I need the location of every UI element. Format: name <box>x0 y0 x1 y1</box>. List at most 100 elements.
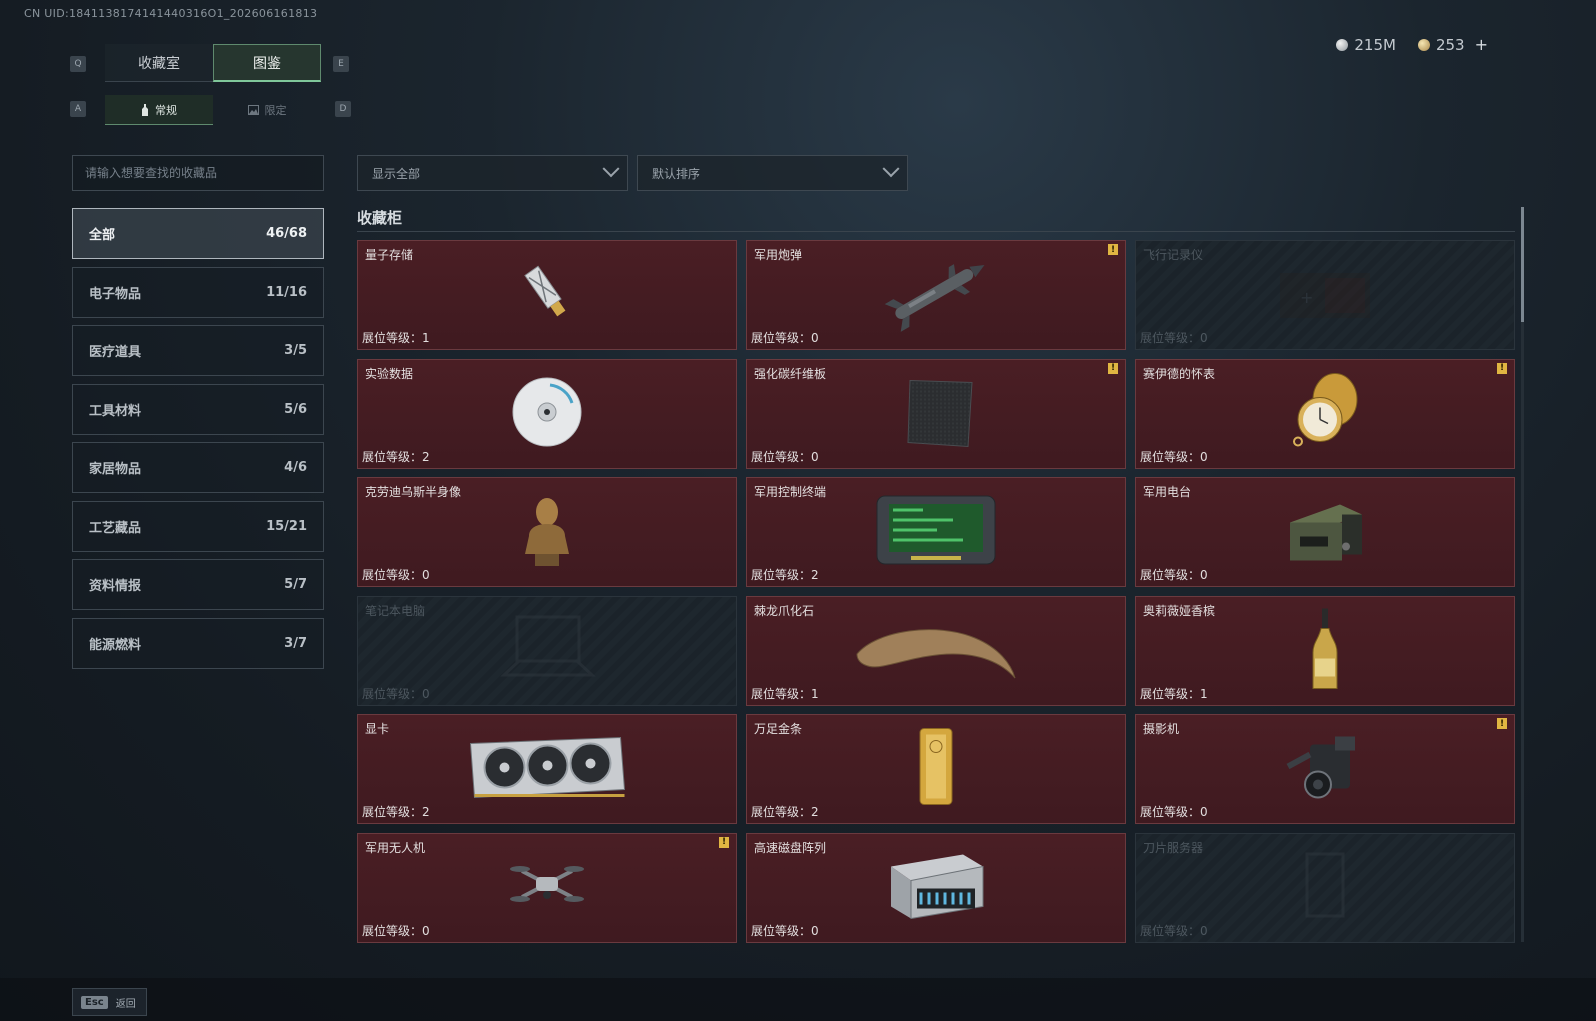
item-name: 奥莉薇娅香槟 <box>1143 603 1216 618</box>
collection-card[interactable]: 高速磁盘阵列 展位等级：0 <box>746 832 1126 943</box>
category-count: 11/16 <box>266 284 307 300</box>
booth-level: 展位等级：2 <box>751 566 819 583</box>
collection-card[interactable]: 军用炮弹! 展位等级：0 <box>746 240 1126 350</box>
filter-dropdown[interactable]: 显示全部 <box>357 155 628 191</box>
booth-level-value: 0 <box>422 923 430 938</box>
item-name: 笔记本电脑 <box>365 603 426 618</box>
collection-card[interactable]: 刀片服务器 展位等级：0 <box>1135 832 1515 943</box>
sub-tabs: 常规 限定 <box>105 95 321 125</box>
collection-card[interactable]: 克劳迪乌斯半身像 展位等级：0 <box>357 477 737 588</box>
item-name: 军用炮弹 <box>754 248 803 262</box>
category-household[interactable]: 家居物品 4/6 <box>72 442 324 493</box>
booth-level-label: 展位等级： <box>1140 449 1201 464</box>
collection-card[interactable]: 飞行记录仪 + 展位等级：0 <box>1135 240 1515 350</box>
laptop-icon <box>492 609 602 693</box>
main-tabs: 收藏室 图鉴 <box>105 44 321 82</box>
bust-icon <box>517 490 577 574</box>
booth-level-label: 展位等级： <box>1140 331 1201 345</box>
booth-level-label: 展位等级： <box>1140 805 1201 820</box>
back-button[interactable]: Esc 返回 <box>72 988 147 1016</box>
gold-currency: 253 + <box>1417 35 1488 54</box>
category-tools[interactable]: 工具材料 5/6 <box>72 383 324 435</box>
chevron-down-icon <box>882 160 900 178</box>
scrollbar[interactable] <box>1521 207 1524 942</box>
bottom-bar <box>0 978 1596 1021</box>
collection-card[interactable]: 万足金条 展位等级：2 <box>746 714 1126 825</box>
booth-level: 展位等级：0 <box>751 329 819 346</box>
booth-level: 展位等级：0 <box>1140 329 1208 346</box>
tab-collection-room[interactable]: 收藏室 <box>105 44 213 82</box>
subtab-regular[interactable]: 常规 <box>105 95 213 125</box>
flight-recorder-icon: + <box>1270 258 1380 332</box>
collection-card[interactable]: 笔记本电脑展位等级：0 <box>357 595 737 706</box>
category-count: 3/7 <box>284 635 307 651</box>
booth-level: 展位等级：1 <box>1140 685 1208 702</box>
next-tab-key[interactable]: E <box>333 56 349 72</box>
bottle-icon <box>142 103 148 116</box>
collection-card[interactable]: 摄影机! 展位等级：0 <box>1135 714 1515 825</box>
booth-level: 展位等级：0 <box>1140 803 1208 820</box>
booth-level-value: 0 <box>422 568 430 583</box>
gold-bar-icon <box>916 725 956 814</box>
booth-level: 展位等级：0 <box>362 685 430 702</box>
collection-card[interactable]: 赛伊德的怀表! 展位等级：0 <box>1135 358 1515 469</box>
item-name: 军用控制终端 <box>754 485 827 500</box>
currency-bar: 215M 253 + <box>1336 35 1488 54</box>
collection-card[interactable]: 军用控制终端 展位等级：2 <box>746 477 1126 588</box>
silver-amount: 215M <box>1354 35 1396 54</box>
collection-card[interactable]: 显卡 展位等级：2 <box>357 714 737 825</box>
booth-level-label: 展位等级： <box>751 923 812 938</box>
booth-level-label: 展位等级： <box>751 331 812 345</box>
category-crafts[interactable]: 工艺藏品 15/21 <box>72 500 324 552</box>
category-label: 资料情报 <box>89 579 142 594</box>
booth-level: 展位等级：2 <box>362 448 430 465</box>
booth-level-label: 展位等级： <box>362 449 423 464</box>
sort-dropdown[interactable]: 默认排序 <box>637 155 908 191</box>
item-name: 军用电台 <box>1143 485 1192 500</box>
collection-card[interactable]: 军用无人机! 展位等级：0 <box>357 832 737 943</box>
prev-subtab-key[interactable]: A <box>70 101 86 117</box>
category-all[interactable]: 全部 46/68 <box>72 208 324 259</box>
collection-card[interactable]: 实验数据展位等级：2 <box>357 358 737 469</box>
scrollbar-thumb[interactable] <box>1521 207 1524 322</box>
collection-card[interactable]: 奥莉薇娅香槟 展位等级：1 <box>1135 595 1515 706</box>
subtab-regular-label: 常规 <box>155 103 177 117</box>
item-name: 高速磁盘阵列 <box>754 840 827 855</box>
radio-icon <box>1280 493 1370 572</box>
subtab-limited-label: 限定 <box>264 104 287 117</box>
category-count: 3/5 <box>284 343 307 358</box>
category-energy[interactable]: 能源燃料 3/7 <box>72 617 324 669</box>
collection-card[interactable]: 棘龙爪化石 展位等级：1 <box>746 595 1126 706</box>
disk-array-icon <box>881 848 991 927</box>
terminal-icon <box>871 490 1001 574</box>
booth-level-label: 展位等级： <box>1140 923 1201 938</box>
category-medical[interactable]: 医疗道具 3/5 <box>72 325 324 376</box>
back-label: 返回 <box>115 998 136 1010</box>
category-electronics[interactable]: 电子物品 11/16 <box>72 266 324 318</box>
category-label: 工具材料 <box>89 403 142 419</box>
next-subtab-key[interactable]: D <box>335 101 351 117</box>
gold-amount: 253 <box>1435 35 1465 54</box>
item-name: 实验数据 <box>365 366 414 381</box>
section-divider <box>357 231 1515 232</box>
add-currency-button[interactable]: + <box>1475 35 1488 54</box>
svg-text:+: + <box>1300 288 1313 307</box>
booth-level-value: 0 <box>1200 568 1208 583</box>
image-icon <box>247 105 259 115</box>
gold-coin-icon <box>1417 38 1430 51</box>
collection-grid: 量子存储 展位等级：1 军用炮弹! 展位等级：0 飞行记录仪 + 展位等级：0 实验数据 展位等… <box>357 240 1515 943</box>
chevron-down-icon <box>602 160 620 178</box>
disc-icon <box>510 375 584 453</box>
collection-card[interactable]: 军用电台 展位等级：0 <box>1135 477 1515 588</box>
category-intel[interactable]: 资料情报 5/7 <box>72 559 324 610</box>
booth-level-label: 展位等级： <box>751 568 812 583</box>
subtab-limited[interactable]: 限定 <box>213 95 321 125</box>
booth-level-label: 展位等级： <box>362 568 423 583</box>
claw-fossil-icon <box>851 614 1021 688</box>
booth-level-value: 0 <box>811 923 819 938</box>
prev-tab-key[interactable]: Q <box>70 56 86 72</box>
search-input[interactable] <box>72 155 324 191</box>
collection-card[interactable]: 强化碳纤维板! 展位等级：0 <box>746 358 1126 469</box>
tab-codex[interactable]: 图鉴 <box>213 44 321 82</box>
collection-card[interactable]: 量子存储 展位等级：1 <box>357 240 737 350</box>
